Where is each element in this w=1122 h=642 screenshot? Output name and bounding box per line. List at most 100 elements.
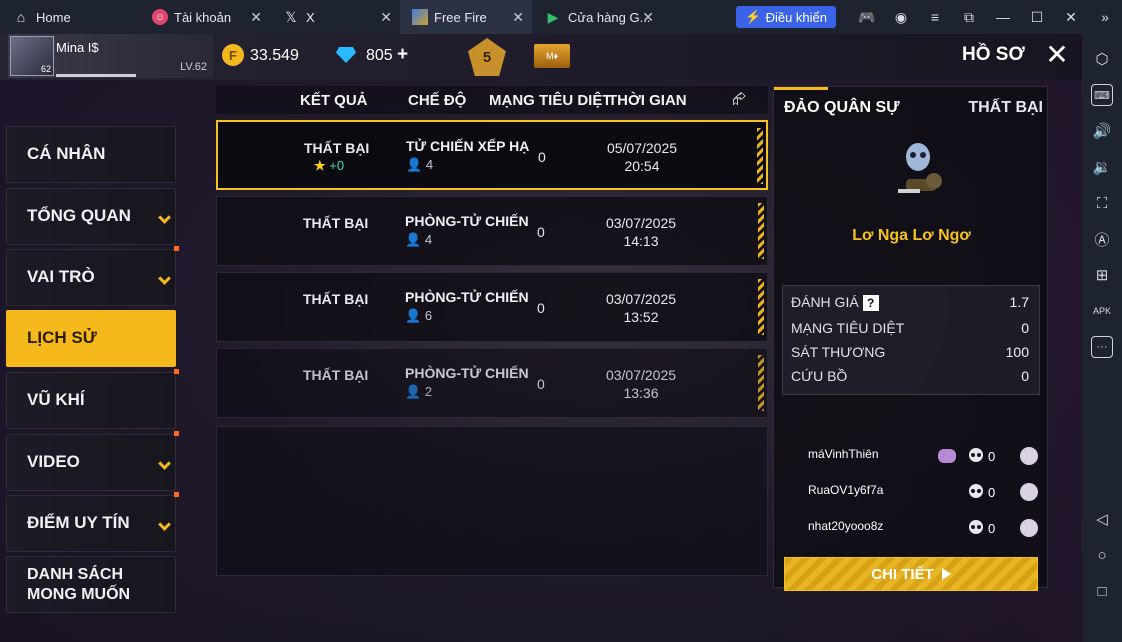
- rank-gain-value: +0: [329, 158, 345, 173]
- share-icon[interactable]: ⮳: [732, 88, 746, 109]
- volume-up-icon[interactable]: 🔊: [1091, 120, 1113, 142]
- emulator-sidebar: ⬡ ⌨ 🔊 🔉 ⛶ Ⓐ ⊞ APK ··· ◁ ○ □: [1082, 34, 1122, 642]
- header-time: THỜI GIAN: [608, 92, 687, 109]
- collapse-icon[interactable]: »: [1088, 9, 1122, 25]
- player-profile[interactable]: 62 Mina I$ LV.62: [8, 34, 213, 78]
- avatar: 62: [10, 36, 54, 76]
- help-icon[interactable]: ?: [862, 295, 879, 311]
- close-icon[interactable]: ✕: [250, 9, 262, 26]
- menu-weapons[interactable]: VŨ KHÍ: [6, 369, 179, 429]
- menu-personal[interactable]: CÁ NHÂN: [6, 126, 176, 183]
- match-row[interactable]: THẤT BẠI PHÒNG-TỬ CHIẾN 👤 4 0 03/07/2025…: [216, 196, 768, 266]
- teammate-kills: 0: [988, 485, 996, 500]
- tab-home[interactable]: ⌂ Home: [0, 0, 140, 34]
- menu-video[interactable]: VIDEO: [6, 431, 179, 491]
- player-count: 👤 2: [405, 384, 432, 400]
- gift-icon[interactable]: [938, 449, 956, 463]
- game-screen: 62 Mina I$ LV.62 F 33.549 805 + 5 M♦ HỒ …: [0, 34, 1082, 642]
- menu-history[interactable]: LỊCH SỬ: [6, 310, 176, 367]
- add-friend-icon[interactable]: [1020, 447, 1038, 465]
- controls-button[interactable]: ⚡ Điều khiển: [736, 6, 836, 28]
- match-result: THẤT BẠI: [304, 140, 370, 156]
- player-name: Mina I$: [56, 40, 99, 55]
- close-icon[interactable]: ✕: [1043, 41, 1071, 69]
- lightning-icon: ⚡: [745, 9, 762, 24]
- details-button[interactable]: CHI TIẾT: [784, 557, 1038, 591]
- row-stripe: [758, 279, 764, 335]
- account-icon[interactable]: ◉: [884, 9, 918, 26]
- player-count: 👤 6: [405, 308, 432, 324]
- close-window-icon[interactable]: ✕: [1054, 9, 1088, 26]
- add-diamond-button[interactable]: +: [397, 44, 408, 66]
- match-mode: PHÒNG-TỬ CHIẾN: [405, 213, 529, 229]
- kill-skull-icon: [969, 520, 983, 534]
- macro-icon[interactable]: Ⓐ: [1091, 228, 1113, 250]
- game-top-bar: 62 Mina I$ LV.62 F 33.549 805 + 5 M♦ HỒ …: [0, 34, 1082, 80]
- recent-apps-icon[interactable]: □: [1091, 580, 1113, 602]
- more-icon[interactable]: ···: [1091, 336, 1113, 358]
- stat-label: ĐÁNH GIÁ: [791, 294, 859, 310]
- controls-button-label: Điều khiển: [765, 9, 827, 25]
- tab-title: Free Fire: [434, 9, 487, 25]
- chevron-down-icon: [158, 272, 171, 285]
- menu-overview[interactable]: TỔNG QUAN: [6, 188, 176, 245]
- keyboard-icon[interactable]: ⌨: [1091, 84, 1113, 106]
- diamond-amount: 805: [366, 47, 393, 64]
- play-store-icon: ▶: [547, 8, 559, 25]
- match-row[interactable]: THẤT BẠI PHÒNG-TỬ CHIẾN 👤 6 0 03/07/2025…: [216, 272, 768, 342]
- teammate-name: máVinhThiên: [808, 447, 879, 461]
- match-mode: TỬ CHIẾN XẾP HẠ: [406, 138, 530, 154]
- tab-account[interactable]: ☺ Tài khoản ✕: [140, 0, 270, 34]
- row-stripe: [757, 128, 763, 184]
- chevron-down-icon: [158, 211, 171, 224]
- home-circle-icon[interactable]: ○: [1091, 544, 1113, 566]
- gamepad-icon[interactable]: 🎮: [850, 9, 884, 26]
- external-window-icon[interactable]: ⧉: [952, 9, 986, 26]
- tab-free-fire[interactable]: Free Fire ✕: [400, 0, 532, 34]
- membership-badge-icon[interactable]: M♦: [534, 44, 570, 68]
- menu-wishlist[interactable]: DANH SÁCH MONG MUỐN: [6, 556, 176, 613]
- apk-install-icon[interactable]: APK: [1091, 300, 1113, 322]
- fullscreen-icon[interactable]: ⛶: [1091, 192, 1113, 214]
- stat-label: CỨU BỒ: [791, 368, 848, 384]
- free-fire-app-icon: [412, 9, 428, 25]
- add-friend-icon[interactable]: [1020, 519, 1038, 537]
- tab-x[interactable]: 𝕏 X ✕: [270, 0, 400, 34]
- close-icon[interactable]: ✕: [380, 9, 392, 26]
- character-name: Lơ Nga Lơ Ngơ: [852, 227, 971, 244]
- menu-role[interactable]: VAI TRÒ: [6, 246, 179, 306]
- menu-label: VŨ KHÍ: [27, 390, 85, 409]
- detail-result: THẤT BẠI: [968, 99, 1043, 116]
- notification-dot: [174, 246, 179, 251]
- empty-row: [216, 426, 768, 576]
- menu-reputation[interactable]: ĐIỂM UY TÍN: [6, 492, 179, 552]
- panel-accent: [774, 87, 828, 90]
- stat-label: MẠNG TIÊU DIỆT: [791, 320, 905, 336]
- teammate-name: RuaOV1y6f7a: [808, 483, 884, 497]
- match-date: 03/07/2025: [605, 215, 677, 231]
- close-icon[interactable]: ✕: [512, 9, 524, 26]
- person-icon: 👤: [405, 232, 422, 247]
- volume-down-icon[interactable]: 🔉: [1091, 156, 1113, 178]
- close-icon[interactable]: ✕: [642, 9, 654, 26]
- settings-hex-icon[interactable]: ⬡: [1091, 48, 1113, 70]
- match-row[interactable]: THẤT BẠI ★ +0 TỬ CHIẾN XẾP HẠ 👤 4 0 05/0…: [216, 120, 768, 190]
- add-window-icon[interactable]: ⊞: [1091, 264, 1113, 286]
- match-result: THẤT BẠI: [303, 367, 369, 383]
- back-icon[interactable]: ◁: [1091, 508, 1113, 530]
- tab-play-store[interactable]: ▶ Cửa hàng G... ✕: [532, 0, 662, 34]
- add-friend-icon[interactable]: [1020, 483, 1038, 501]
- maximize-icon[interactable]: ☐: [1020, 9, 1054, 26]
- header-kills: MẠNG TIÊU DIỆT: [489, 92, 612, 109]
- kill-skull-icon: [969, 448, 983, 462]
- match-row[interactable]: THẤT BẠI PHÒNG-TỬ CHIẾN 👤 2 0 03/07/2025…: [216, 348, 768, 418]
- teammate-name: nhat20yooo8z: [808, 519, 884, 533]
- play-arrow-icon: [941, 568, 951, 580]
- minimize-icon[interactable]: —: [986, 9, 1020, 25]
- stats-box: ĐÁNH GIÁ? 1.7 MẠNG TIÊU DIỆT 0 SÁT THƯƠN…: [782, 285, 1040, 395]
- tab-title: Tài khoản: [174, 9, 232, 25]
- menu-label: VIDEO: [27, 452, 80, 471]
- menu-icon[interactable]: ≡: [918, 9, 952, 25]
- match-kills: 0: [537, 224, 545, 240]
- rank-badge-icon[interactable]: 5: [468, 38, 506, 76]
